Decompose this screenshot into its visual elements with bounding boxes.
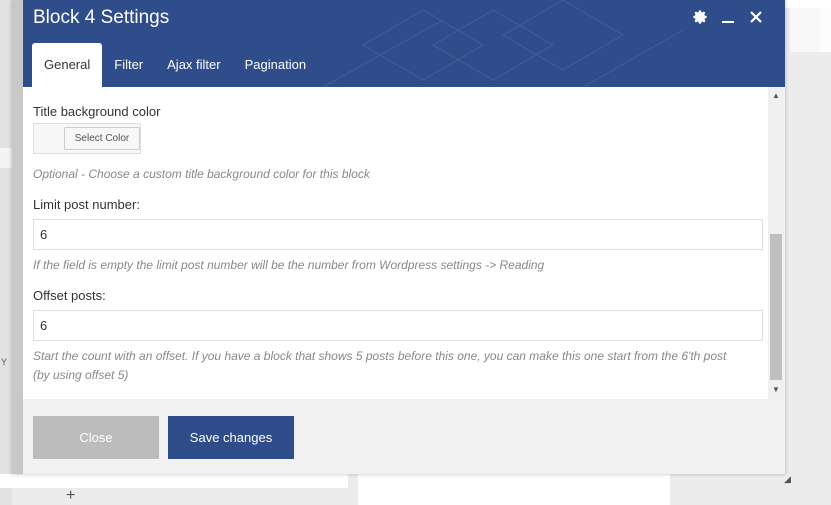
title-bg-color-description: Optional - Choose a custom title backgro… [33, 167, 370, 181]
offset-posts-description: Start the count with an offset. If you h… [33, 349, 727, 382]
tab-pagination[interactable]: Pagination [233, 43, 318, 87]
tab-filter[interactable]: Filter [102, 43, 155, 87]
offset-posts-input[interactable] [33, 310, 763, 341]
background-page-bottom-mid [358, 474, 670, 505]
close-icon[interactable] [747, 8, 765, 26]
offset-posts-label: Offset posts: [33, 288, 106, 303]
close-button[interactable]: Close [33, 416, 159, 459]
scroll-up-icon[interactable]: ▲ [772, 91, 780, 100]
background-page-right-block-2 [820, 8, 831, 52]
background-page-left [0, 0, 12, 505]
scroll-down-icon[interactable]: ▼ [772, 385, 780, 394]
minimize-icon[interactable] [719, 8, 737, 26]
background-text-fragment: Y [1, 357, 8, 367]
modal-title: Block 4 Settings [33, 7, 170, 28]
gear-icon[interactable] [691, 8, 709, 26]
resize-handle-icon[interactable]: ◢ [784, 474, 791, 485]
save-changes-button[interactable]: Save changes [168, 416, 294, 459]
modal-header[interactable]: Block 4 Settings General Filter Ajax fil… [23, 0, 785, 87]
select-color-button[interactable]: Select Color [64, 127, 140, 150]
modal-footer: Close Save changes [23, 399, 785, 474]
add-icon[interactable]: + [66, 488, 75, 504]
title-bg-color-label: Title background color [33, 104, 161, 119]
background-page-bottom-left [0, 474, 348, 488]
settings-scrollbar[interactable]: ▲ ▼ [768, 87, 785, 399]
background-page-strip [0, 148, 12, 168]
background-page-right-top [785, 0, 831, 8]
limit-post-number-description: If the field is empty the limit post num… [33, 258, 545, 272]
color-swatch[interactable]: Select Color [33, 123, 141, 154]
tab-general[interactable]: General [32, 43, 103, 87]
limit-post-number-input[interactable] [33, 219, 763, 250]
scrollbar-thumb[interactable] [770, 234, 782, 380]
settings-panel: Title background color Select Color Opti… [23, 87, 768, 399]
modal-tabs: General Filter Ajax filter Pagination [32, 43, 318, 87]
modal-gutter [12, 0, 23, 474]
limit-post-number-label: Limit post number: [33, 197, 140, 212]
block-settings-modal: Block 4 Settings General Filter Ajax fil… [12, 0, 785, 474]
tab-ajax-filter[interactable]: Ajax filter [155, 43, 232, 87]
